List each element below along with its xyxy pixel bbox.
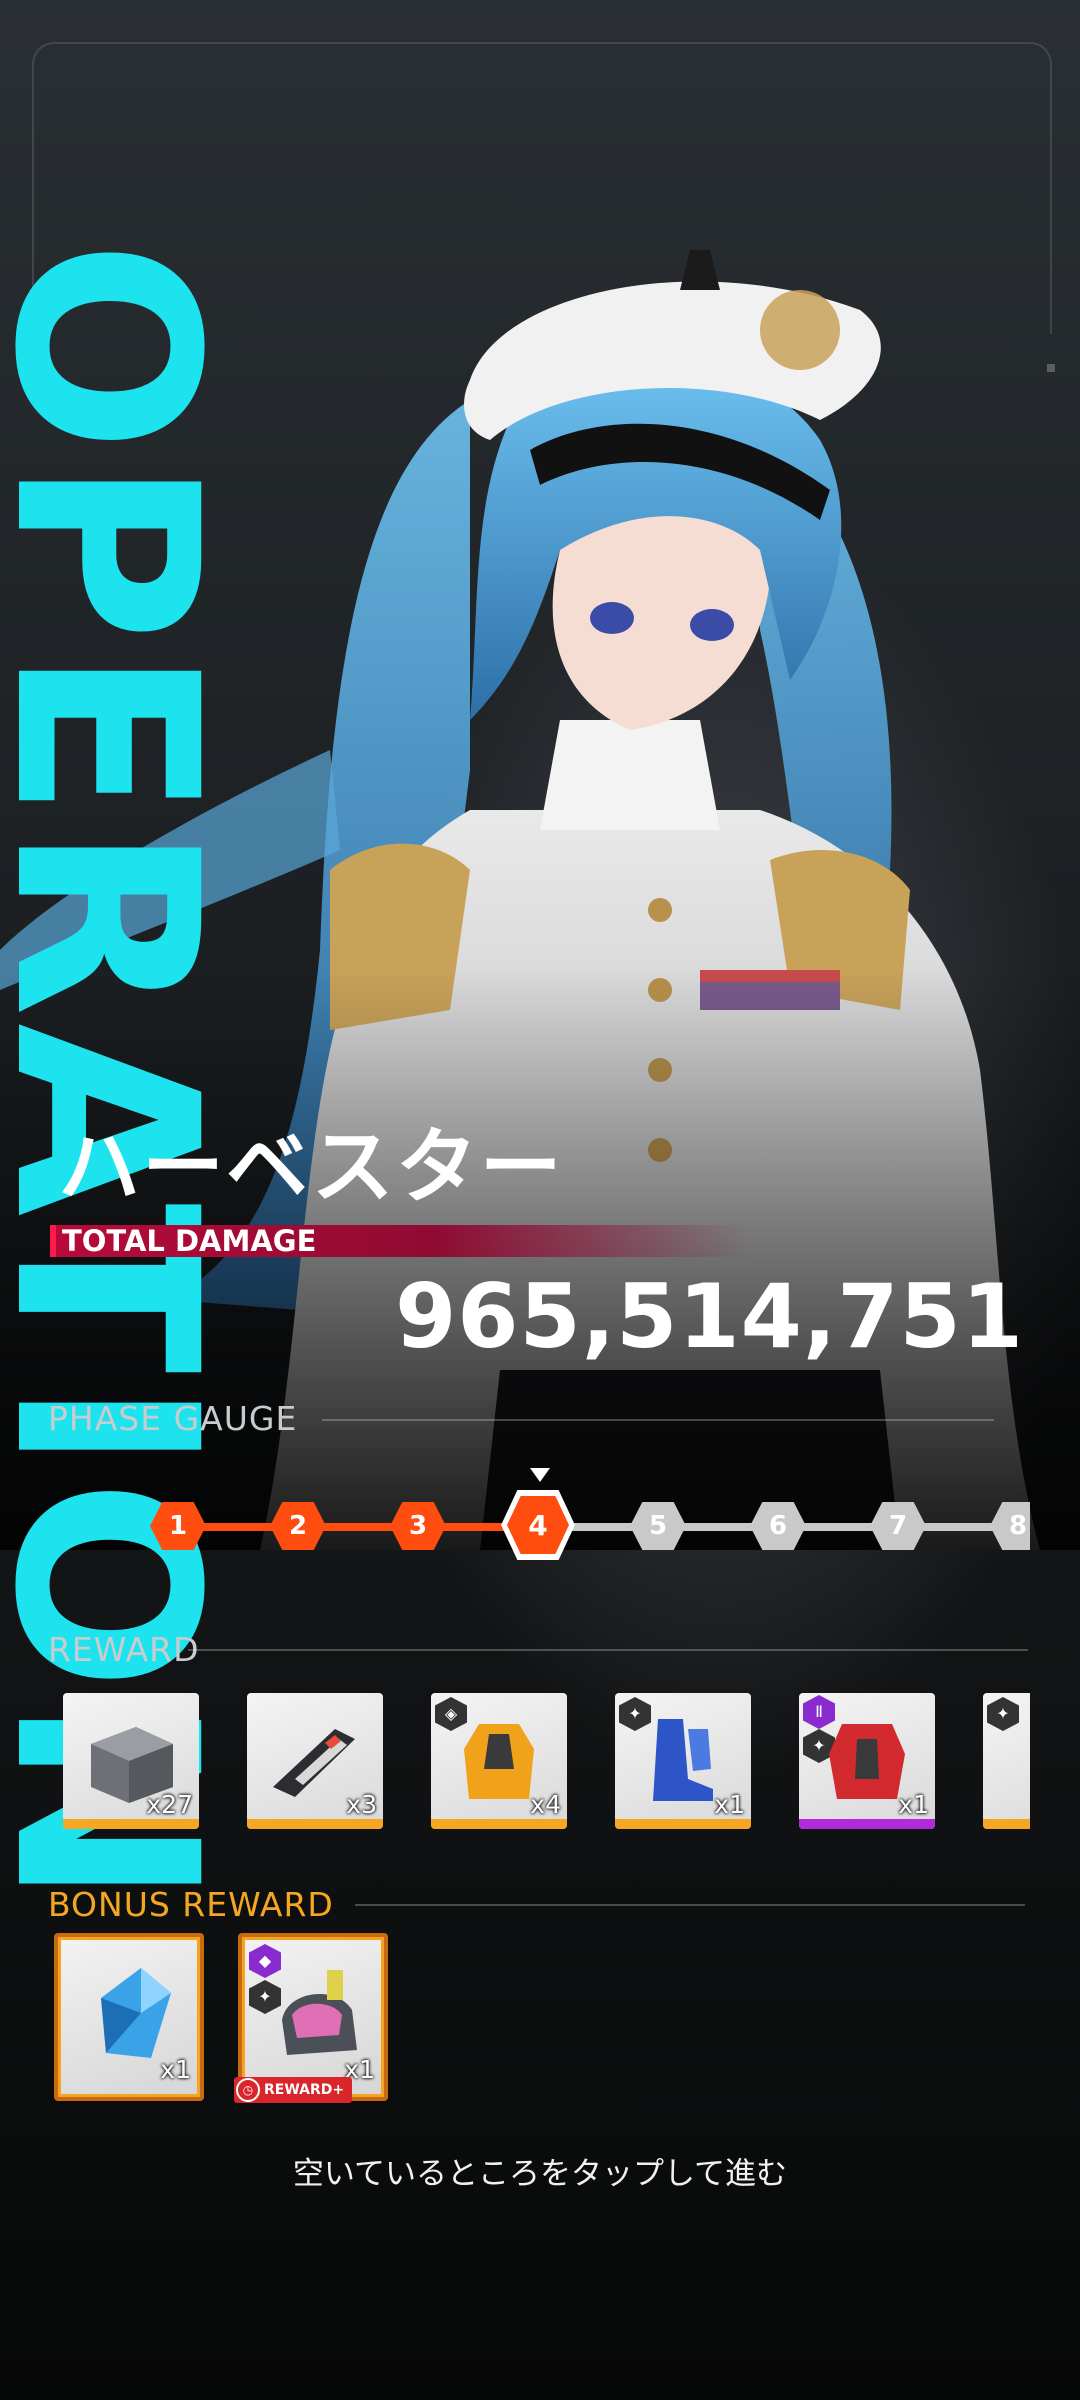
reward-qty: x3 (346, 1790, 377, 1819)
pink-gear-icon (282, 1970, 357, 2055)
bonus-reward-list: x1 ◆ ✦ x1 ◷ REWARD+ (54, 1933, 454, 2103)
tap-to-continue-hint[interactable]: 空いているところをタップして進む (0, 2148, 1080, 2193)
reward-divider (188, 1649, 1028, 1651)
reward-title: REWARD (48, 1630, 200, 1669)
reward-item-yellow-armor[interactable]: ◈ x4 (431, 1693, 567, 1829)
character-name: ハーベスター (58, 1120, 564, 1215)
rarity-bar (431, 1819, 567, 1829)
bonus-qty: x1 (160, 2055, 191, 2084)
reward-plus-label: REWARD+ (264, 2082, 345, 2098)
timer-icon: ◷ (236, 2078, 260, 2102)
rarity-bar (247, 1819, 383, 1829)
reward-item-supply-crate[interactable]: x27 (63, 1693, 199, 1829)
phase-node-1: 1 (150, 1502, 206, 1550)
bonus-reward-divider (355, 1904, 1025, 1906)
reward-plus-tag: ◷ REWARD+ (234, 2077, 353, 2103)
bonus-reward-title: BONUS REWARD (48, 1885, 334, 1924)
reward-item-weapon-part[interactable]: x3 (247, 1693, 383, 1829)
phase-node-7: 7 (870, 1502, 926, 1550)
reward-item-red-armor[interactable]: Ⅱ ✦ x1 (799, 1693, 935, 1829)
phase-gauge-divider (322, 1419, 994, 1421)
reward-qty: x27 (146, 1790, 193, 1819)
phase-node-5: 5 (630, 1502, 686, 1550)
reward-qty: x4 (530, 1790, 561, 1819)
reward-qty: x1 (898, 1790, 929, 1819)
class-icon: ✦ (987, 1697, 1019, 1731)
bonus-item-pink-gear[interactable]: ◆ ✦ x1 ◷ REWARD+ (234, 1933, 388, 2103)
current-phase-marker (530, 1468, 550, 1482)
reward-list: x27 x3 ◈ x4 ✦ x1 Ⅱ ✦ x1 ✦ (60, 1693, 1030, 1833)
reward-item-blue-boots[interactable]: ✦ x1 (615, 1693, 751, 1829)
rarity-bar (799, 1819, 935, 1829)
phase-node-8: 8 (990, 1502, 1030, 1550)
rarity-bar (63, 1819, 199, 1829)
phase-node-6: 6 (750, 1502, 806, 1550)
reward-qty: x1 (714, 1790, 745, 1819)
phase-gauge-title: PHASE GAUGE (48, 1399, 298, 1438)
crystal-icon (101, 1968, 171, 2058)
reward-item-partial[interactable]: ✦ (983, 1693, 1030, 1829)
rarity-bar (983, 1819, 1030, 1829)
phase-node-4-current: 4 (501, 1490, 575, 1560)
phase-gauge: 1 2 3 4 5 6 7 8 (150, 1485, 1030, 1565)
rarity-bar (615, 1819, 751, 1829)
total-damage-label: TOTAL DAMAGE (62, 1224, 317, 1258)
phase-node-2: 2 (270, 1502, 326, 1550)
phase-node-3: 3 (390, 1502, 446, 1550)
bonus-item-blue-crystal[interactable]: x1 (54, 1933, 204, 2101)
total-damage-value: 965,514,751 (395, 1265, 1024, 1368)
